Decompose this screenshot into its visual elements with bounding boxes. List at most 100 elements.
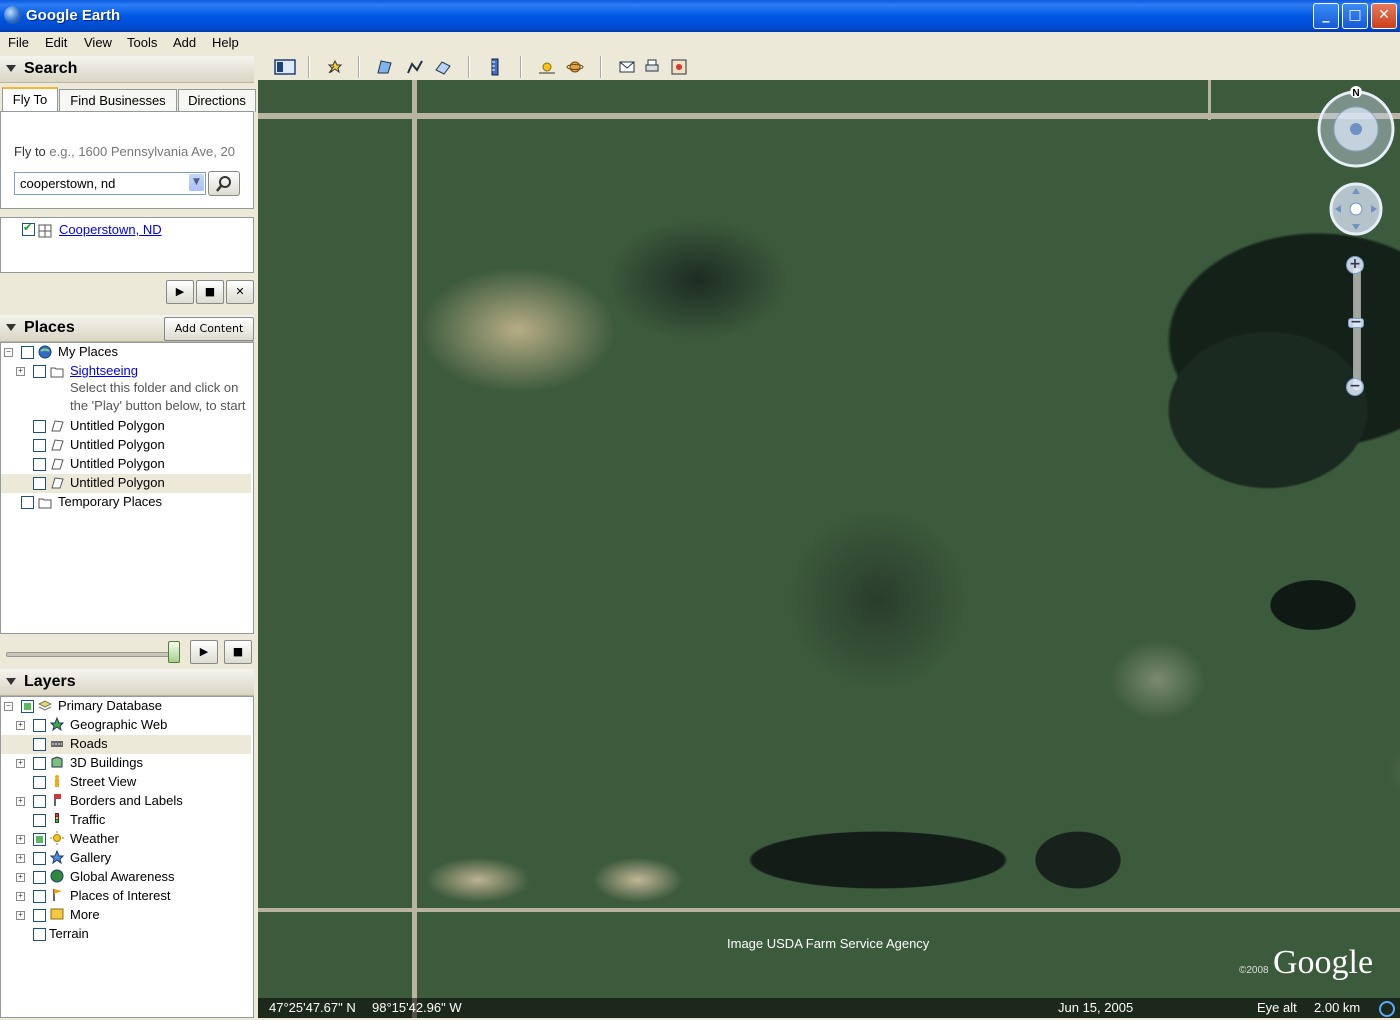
sidebar: Search Fly To Find Businesses Directions… — [0, 54, 258, 1020]
map-view[interactable]: N + − − Image USDA Farm Service Agency ©… — [258, 80, 1400, 1018]
planet-icon[interactable] — [566, 58, 584, 76]
tree-item-polygon[interactable]: Untitled Polygon — [1, 455, 251, 474]
checkbox[interactable] — [33, 871, 46, 884]
menu-file[interactable]: File — [8, 35, 29, 50]
stop-button[interactable]: ■ — [224, 640, 252, 664]
search-panel-title: Search — [24, 60, 78, 77]
tab-fly-to[interactable]: Fly To — [2, 87, 58, 112]
checkbox[interactable] — [33, 795, 46, 808]
layer-primary-database[interactable]: − Primary Database — [1, 697, 251, 716]
play-tour-button[interactable]: ▶ — [166, 280, 194, 304]
tree-item-my-places[interactable]: − My Places — [1, 343, 251, 362]
maximize-button[interactable]: □ — [1342, 3, 1368, 29]
menu-view[interactable]: View — [84, 35, 112, 50]
polygon-tool-icon[interactable] — [376, 58, 394, 76]
stop-tour-button[interactable]: ■ — [196, 280, 224, 304]
search-input[interactable]: cooperstown, nd ▼ — [14, 172, 206, 195]
tour-slider-track[interactable] — [6, 652, 178, 657]
checkbox[interactable] — [21, 700, 34, 713]
polygon-icon — [51, 420, 64, 432]
checkbox[interactable] — [33, 477, 46, 490]
tree-item-polygon[interactable]: Untitled Polygon — [1, 436, 251, 455]
layer-geographic-web[interactable]: + Geographic Web — [1, 716, 251, 735]
image-overlay-icon[interactable] — [434, 58, 452, 76]
checkbox[interactable] — [33, 420, 46, 433]
layer-roads[interactable]: Roads — [1, 735, 251, 754]
tour-slider-thumb[interactable] — [168, 641, 180, 663]
layer-street-view[interactable]: Street View — [1, 773, 251, 792]
checkbox[interactable] — [33, 439, 46, 452]
toolbar — [258, 54, 1400, 81]
layer-weather[interactable]: + Weather — [1, 830, 251, 849]
checkbox[interactable] — [33, 833, 46, 846]
ruler-icon[interactable] — [486, 58, 504, 76]
clear-search-button[interactable]: ✕ — [226, 280, 254, 304]
look-compass-control[interactable]: N — [1315, 83, 1397, 171]
places-panel-title: Places — [24, 319, 75, 336]
road — [1208, 80, 1211, 120]
path-tool-icon[interactable] — [406, 58, 424, 76]
globe-icon — [50, 869, 64, 883]
checkbox[interactable] — [33, 776, 46, 789]
layer-more[interactable]: + More — [1, 906, 251, 925]
flag-pin-icon — [54, 794, 61, 806]
checkbox[interactable] — [33, 719, 46, 732]
layer-3d-buildings[interactable]: + 3D Buildings — [1, 754, 251, 773]
move-control[interactable] — [1329, 182, 1383, 236]
checkbox[interactable] — [33, 738, 46, 751]
print-icon[interactable] — [643, 58, 661, 76]
result-checkbox[interactable] — [22, 221, 35, 236]
checkbox[interactable] — [33, 909, 46, 922]
layer-gallery[interactable]: + Gallery — [1, 849, 251, 868]
search-button[interactable] — [208, 171, 240, 196]
close-button[interactable]: ✕ — [1371, 3, 1397, 29]
tree-item-sightseeing[interactable]: + Sightseeing — [1, 362, 251, 381]
menu-tools[interactable]: Tools — [127, 35, 157, 50]
checkbox[interactable] — [33, 757, 46, 770]
sidebar-toggle-icon[interactable] — [274, 58, 296, 76]
checkbox[interactable] — [21, 496, 34, 509]
sunlight-icon[interactable] — [538, 58, 556, 76]
search-query: cooperstown, nd — [20, 176, 116, 191]
result-link[interactable]: Cooperstown, ND — [59, 222, 162, 237]
layers-panel-title: Layers — [24, 673, 76, 690]
checkbox[interactable] — [33, 814, 46, 827]
checkbox[interactable] — [33, 365, 46, 378]
layer-borders-and-labels[interactable]: + Borders and Labels — [1, 792, 251, 811]
imagery-credit: Image USDA Farm Service Agency — [727, 936, 930, 951]
tab-find-businesses[interactable]: Find Businesses — [59, 89, 177, 112]
layer-places-of-interest[interactable]: + Places of Interest — [1, 887, 251, 906]
tab-directions[interactable]: Directions — [178, 89, 256, 112]
tree-item-temporary-places[interactable]: Temporary Places — [1, 493, 251, 512]
checkbox[interactable] — [33, 458, 46, 471]
layer-terrain[interactable]: Terrain — [1, 925, 251, 944]
checkbox[interactable] — [21, 346, 34, 359]
email-icon[interactable] — [618, 58, 636, 76]
play-button[interactable]: ▶ — [190, 640, 218, 664]
dropdown-arrow-icon[interactable]: ▼ — [189, 174, 204, 191]
road — [258, 908, 1400, 912]
checkbox[interactable] — [33, 890, 46, 903]
zoom-slider-thumb[interactable]: − — [1348, 315, 1364, 329]
menu-edit[interactable]: Edit — [45, 35, 67, 50]
search-panel-header[interactable]: Search — [0, 56, 254, 83]
google-earth-app-icon — [4, 6, 22, 24]
zoom-in-button[interactable]: + — [1346, 256, 1364, 274]
checkbox[interactable] — [33, 928, 46, 941]
add-content-button[interactable]: Add Content — [164, 317, 254, 341]
placemark-icon[interactable] — [326, 58, 344, 76]
layer-traffic[interactable]: Traffic — [1, 811, 251, 830]
places-tree: − My Places + Sightseeing Select this fo… — [0, 342, 254, 634]
checkbox[interactable] — [33, 852, 46, 865]
layer-global-awareness[interactable]: + Global Awareness — [1, 868, 251, 887]
menu-help[interactable]: Help — [212, 35, 239, 50]
menu-add[interactable]: Add — [173, 35, 196, 50]
tree-item-polygon[interactable]: Untitled Polygon — [1, 474, 251, 493]
zoom-out-button[interactable]: − — [1346, 378, 1364, 396]
tree-item-polygon[interactable]: Untitled Polygon — [1, 417, 251, 436]
copyright-text: ©2008 — [1239, 965, 1269, 976]
minimize-button[interactable]: _ — [1313, 3, 1339, 29]
view-in-maps-icon[interactable] — [670, 58, 688, 76]
sightseeing-description-line-1: Select this folder and click on — [70, 380, 239, 395]
layers-panel-header[interactable]: Layers — [0, 669, 254, 696]
